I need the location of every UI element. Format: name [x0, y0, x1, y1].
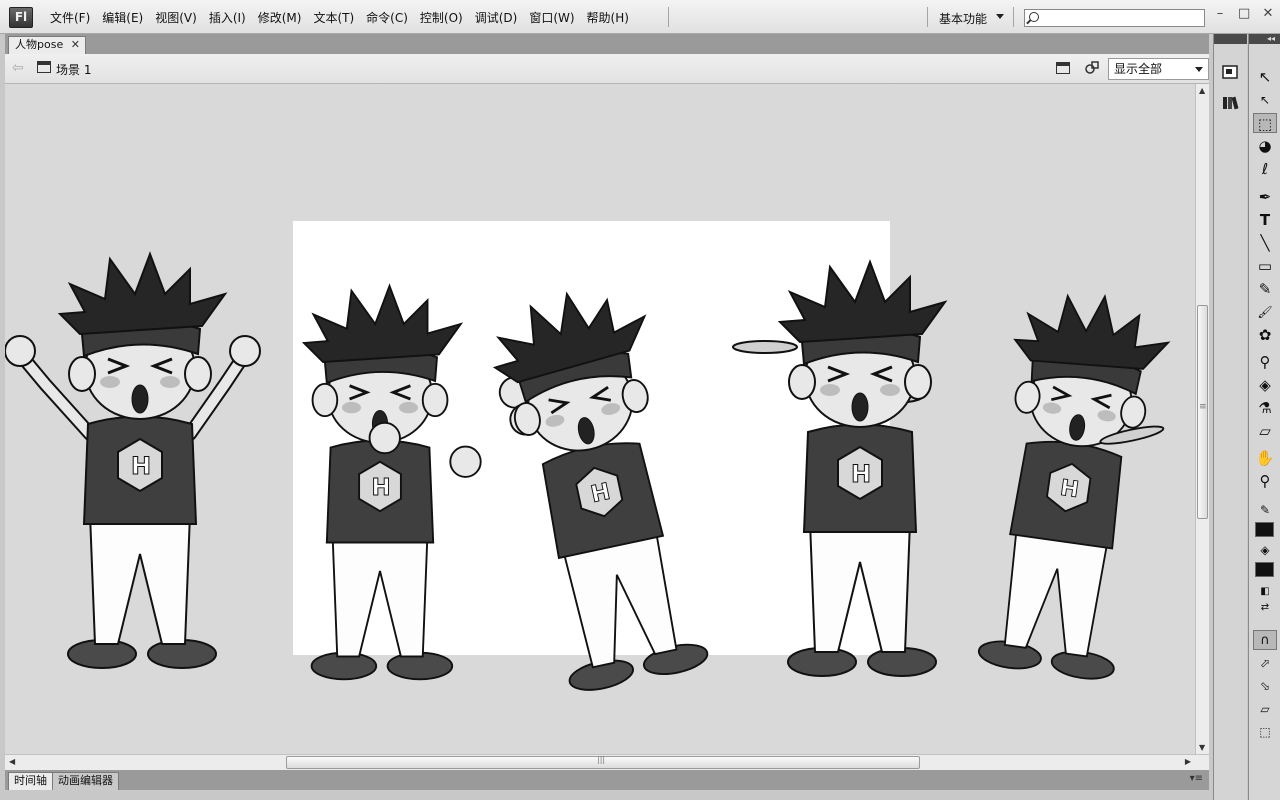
pasteboard[interactable]: H [5, 84, 1195, 754]
menu-divider [668, 7, 669, 27]
vertical-scroll-thumb[interactable] [1197, 305, 1208, 519]
edit-scene-icon[interactable] [1056, 62, 1070, 74]
tab-motion-editor[interactable]: 动画编辑器 [52, 772, 119, 790]
scale-icon[interactable]: ⬚ [1253, 722, 1277, 742]
panel-dock [1213, 34, 1247, 800]
menu-file[interactable]: 文件(F) [44, 9, 96, 26]
menu-commands[interactable]: 命令(C) [360, 9, 414, 26]
maximize-button[interactable]: □ [1238, 7, 1250, 21]
close-window-button[interactable]: ✕ [1262, 7, 1274, 21]
document-tab-label: 人物pose [15, 38, 64, 51]
scene-label[interactable]: 场景 1 [56, 61, 91, 78]
menu-text[interactable]: 文本(T) [307, 9, 360, 26]
bone-tool-icon[interactable]: ⚲ [1253, 352, 1277, 372]
search-icon [1029, 12, 1039, 22]
character-pose-2[interactable] [302, 284, 482, 681]
text-tool-icon[interactable]: T [1253, 210, 1277, 230]
brush-tool-icon[interactable]: 🖌 [1253, 302, 1277, 322]
edit-symbol-icon[interactable] [1084, 60, 1100, 76]
vertical-scrollbar[interactable]: ▲ ▼ [1195, 84, 1209, 754]
swap-colors-icon[interactable]: ⇄ [1253, 598, 1277, 618]
character-pose-1[interactable] [5, 252, 261, 670]
menu-debug[interactable]: 调试(D) [469, 9, 524, 26]
deco-tool-icon[interactable]: ✿ [1253, 325, 1277, 345]
panel-dock-header[interactable] [1214, 34, 1247, 44]
menu-window[interactable]: 窗口(W) [523, 9, 580, 26]
menu-help[interactable]: 帮助(H) [581, 9, 635, 26]
menu-bar: Fl 文件(F) 编辑(E) 视图(V) 插入(I) 修改(M) 文本(T) 命… [0, 0, 1280, 34]
chevron-down-icon [1195, 67, 1203, 72]
horizontal-scrollbar[interactable]: ◀ ▶ [5, 754, 1209, 770]
menu-control[interactable]: 控制(O) [414, 9, 469, 26]
panel-menu-icon[interactable]: ▾≡ [1190, 773, 1203, 784]
stroke-color-swatch[interactable] [1255, 522, 1274, 537]
character-pose-5[interactable] [968, 283, 1182, 685]
scroll-left-icon[interactable]: ◀ [9, 757, 15, 766]
menu-divider [1013, 7, 1014, 27]
library-icon[interactable] [1221, 94, 1241, 112]
tools-panel: ◂◂ ↖ ↖ ⬚ ◕ ℓ ✒ T ╲ ▭ ✎ 🖌 ✿ ⚲ ◈ ⚗ ▱ ✋ ⚲ ✎… [1248, 34, 1280, 800]
menu-divider [927, 7, 928, 27]
rotate-skew-icon[interactable]: ▱ [1253, 699, 1277, 719]
window-controls: – □ ✕ [1214, 7, 1274, 21]
zoom-value: 显示全部 [1114, 62, 1163, 76]
subselection-tool-icon[interactable]: ↖ [1253, 90, 1277, 110]
selection-tool-icon[interactable]: ↖ [1253, 67, 1277, 87]
characters-artwork[interactable]: H [5, 84, 1195, 754]
rectangle-tool-icon[interactable]: ▭ [1253, 256, 1277, 276]
3d-rotation-tool-icon[interactable]: ◕ [1253, 136, 1277, 156]
smooth-icon[interactable]: ⬀ [1253, 653, 1277, 673]
menu-edit[interactable]: 编辑(E) [96, 9, 149, 26]
menu-insert[interactable]: 插入(I) [203, 9, 252, 26]
stroke-color-icon[interactable]: ✎ [1253, 500, 1277, 520]
character-pose-3[interactable] [481, 277, 720, 698]
back-arrow-icon[interactable]: ⇦ [12, 60, 24, 76]
menu-modify[interactable]: 修改(M) [252, 9, 308, 26]
free-transform-tool-icon[interactable]: ⬚ [1253, 113, 1277, 133]
fill-color-swatch[interactable] [1255, 562, 1274, 577]
chevron-down-icon[interactable] [996, 14, 1004, 19]
straighten-icon[interactable]: ⬂ [1253, 676, 1277, 696]
scroll-up-icon[interactable]: ▲ [1199, 86, 1205, 95]
scene-clapper-icon [37, 61, 51, 73]
scroll-right-icon[interactable]: ▶ [1185, 757, 1191, 766]
zoom-select[interactable]: 显示全部 [1108, 58, 1209, 80]
help-search-input[interactable] [1024, 9, 1205, 27]
hand-tool-icon[interactable]: ✋ [1253, 448, 1277, 468]
document-tab-bar: 人物pose ✕ [5, 34, 1209, 54]
eraser-tool-icon[interactable]: ▱ [1253, 421, 1277, 441]
line-tool-icon[interactable]: ╲ [1253, 233, 1277, 253]
tools-panel-collapse-icon[interactable]: ◂◂ [1249, 34, 1280, 44]
scroll-down-icon[interactable]: ▼ [1199, 743, 1205, 752]
eyedropper-tool-icon[interactable]: ⚗ [1253, 398, 1277, 418]
minimize-button[interactable]: – [1214, 7, 1226, 21]
pen-tool-icon[interactable]: ✒ [1253, 187, 1277, 207]
edit-bar: ⇦ 场景 1 显示全部 [5, 54, 1209, 84]
menu-view[interactable]: 视图(V) [149, 9, 203, 26]
tab-timeline[interactable]: 时间轴 [8, 772, 53, 790]
workspace-switcher[interactable]: 基本功能 [939, 10, 987, 27]
flash-logo-icon[interactable]: Fl [9, 7, 33, 28]
zoom-tool-icon[interactable]: ⚲ [1253, 471, 1277, 491]
paint-bucket-tool-icon[interactable]: ◈ [1253, 375, 1277, 395]
properties-icon[interactable] [1221, 64, 1241, 82]
character-pose-4[interactable] [732, 260, 947, 678]
bottom-panel-tabs: 时间轴 动画编辑器 ▾≡ [5, 770, 1209, 790]
snap-to-objects-icon[interactable]: ∩ [1253, 630, 1277, 650]
horizontal-scroll-thumb[interactable] [286, 755, 920, 769]
pencil-tool-icon[interactable]: ✎ [1253, 279, 1277, 299]
close-icon[interactable]: ✕ [71, 37, 80, 53]
main-menu: 文件(F) 编辑(E) 视图(V) 插入(I) 修改(M) 文本(T) 命令(C… [44, 0, 635, 34]
fill-color-icon[interactable]: ◈ [1253, 540, 1277, 560]
lasso-tool-icon[interactable]: ℓ [1253, 159, 1277, 179]
document-tab[interactable]: 人物pose ✕ [8, 36, 86, 54]
